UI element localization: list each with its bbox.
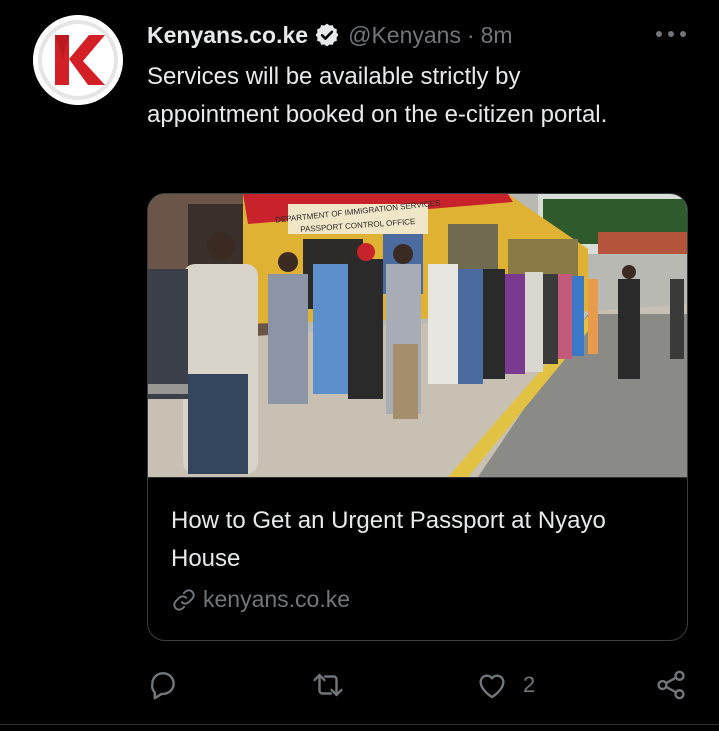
action-bar: 2 (0, 664, 719, 706)
tweet-text: Services will be available strictly by a… (147, 63, 608, 128)
link-icon (171, 587, 197, 613)
reply-icon (146, 668, 180, 702)
like-button[interactable]: 2 (475, 664, 535, 706)
like-count: 2 (523, 672, 536, 697)
card-title[interactable]: How to Get an Urgent Passport at Nyayo H… (171, 502, 651, 578)
bottom-divider (0, 724, 719, 725)
handle[interactable]: @Kenyans (348, 22, 461, 49)
link-card[interactable]: DEPARTMENT OF IMMIGRATION SERVICES PASSP… (147, 193, 688, 641)
heart-icon (475, 668, 509, 702)
retweet-button[interactable] (311, 664, 345, 706)
avatar[interactable] (33, 15, 123, 105)
card-domain-text: kenyans.co.ke (203, 586, 351, 612)
verified-badge-icon (314, 22, 340, 48)
separator-dot: · (466, 21, 475, 48)
card-domain[interactable]: kenyans.co.ke (171, 586, 350, 613)
display-name[interactable]: Kenyans.co.ke (147, 22, 308, 49)
kenyans-logo (33, 15, 123, 105)
share-icon (654, 668, 688, 702)
card-divider (148, 477, 687, 478)
timestamp[interactable]: 8m (481, 22, 513, 49)
reply-button[interactable] (146, 664, 180, 706)
retweet-icon (311, 668, 345, 702)
share-button[interactable] (654, 664, 688, 706)
card-image[interactable]: DEPARTMENT OF IMMIGRATION SERVICES PASSP… (148, 194, 687, 477)
tweet-header: Kenyans.co.ke @Kenyans · 8m (147, 19, 513, 51)
more-options-icon[interactable] (651, 22, 691, 46)
